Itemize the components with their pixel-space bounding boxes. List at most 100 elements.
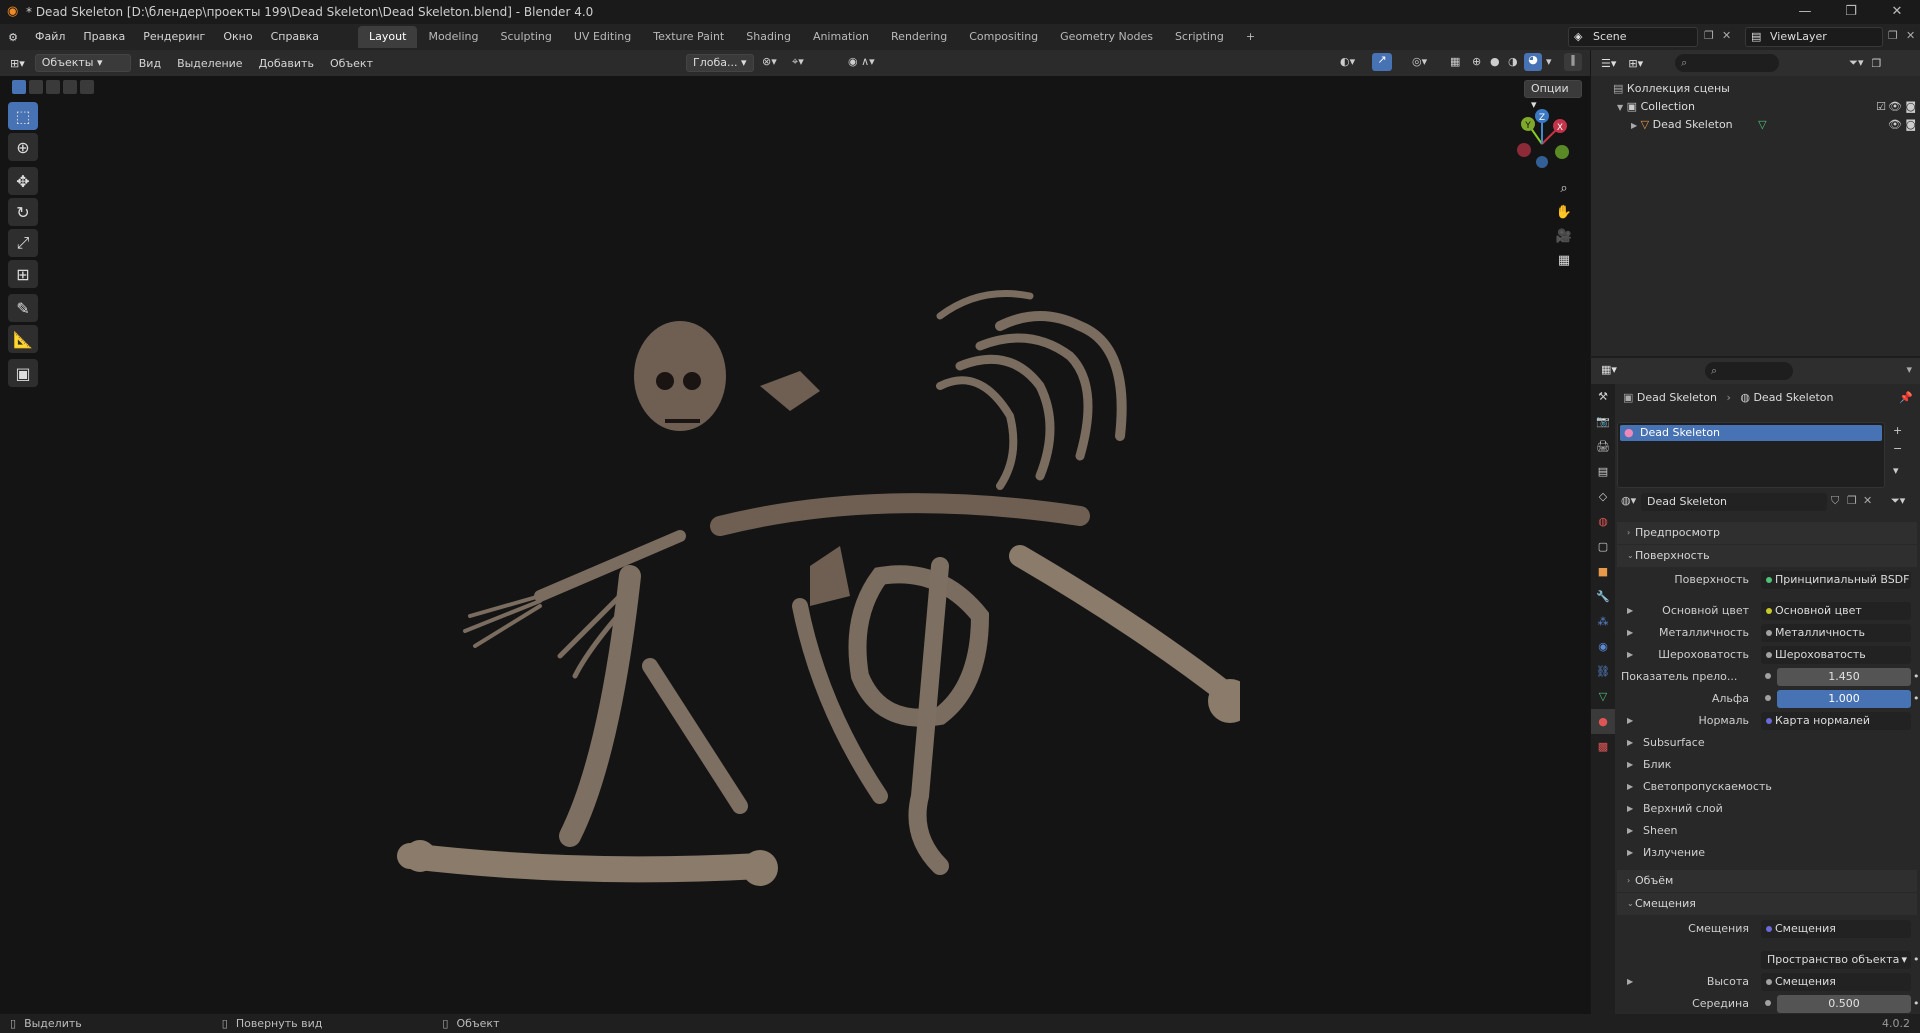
view-layer-tab-icon[interactable]: ▤ xyxy=(1591,459,1615,484)
gizmo-toggle-icon[interactable]: ↗ xyxy=(1372,53,1392,71)
dead-skeleton-model[interactable] xyxy=(380,236,1240,896)
height-field[interactable]: Смещения xyxy=(1761,973,1911,991)
unlink-material-icon[interactable]: ✕ xyxy=(1863,494,1872,507)
scene-tab-icon[interactable]: ◇ xyxy=(1591,484,1615,509)
mesh-data-icon[interactable]: ▽ xyxy=(1758,118,1766,131)
options-dropdown[interactable]: Опции ▾ xyxy=(1524,80,1582,111)
remove-slot-icon[interactable]: − xyxy=(1893,440,1902,458)
add-slot-icon[interactable]: + xyxy=(1893,422,1902,440)
blender-menu-icon[interactable]: ⚙ xyxy=(0,31,26,44)
transmission-panel[interactable]: ▶ Светопропускаемость xyxy=(1617,776,1917,798)
tab-modeling[interactable]: Modeling xyxy=(417,26,489,48)
expand-arrow-icon[interactable]: ▶ xyxy=(1627,645,1633,665)
outliner-row-dead-skeleton[interactable]: ▶ ▽ Dead Skeleton ▽ 👁 ◙ xyxy=(1591,116,1920,134)
volume-section[interactable]: › Объём xyxy=(1617,870,1917,892)
tool-tab-icon[interactable]: ⚒ xyxy=(1591,384,1615,409)
roughness-field[interactable]: Шероховатость xyxy=(1761,646,1911,664)
physics-tab-icon[interactable]: ◉ xyxy=(1591,634,1615,659)
render-tab-icon[interactable]: 📷 xyxy=(1591,409,1615,434)
new-viewlayer-icon[interactable]: ❐ xyxy=(1888,29,1898,42)
coat-panel[interactable]: ▶ Верхний слой xyxy=(1617,798,1917,820)
navigation-gizmo[interactable]: X Y Z xyxy=(1510,106,1574,170)
mode-dropdown[interactable]: Объекты ▾ xyxy=(34,54,131,72)
menu-add[interactable]: Добавить xyxy=(251,57,322,70)
select-mode-intersect-icon[interactable] xyxy=(80,80,94,94)
tab-sculpting[interactable]: Sculpting xyxy=(490,26,563,48)
select-mode-extend-icon[interactable] xyxy=(29,80,43,94)
select-box-tool-icon[interactable]: ⬚ xyxy=(8,102,38,130)
overlay-icon[interactable]: ◎▾ xyxy=(1412,55,1427,68)
viewlayer-selector[interactable]: ▤ ViewLayer xyxy=(1745,27,1883,47)
object-tab-icon[interactable]: ■ xyxy=(1591,559,1615,584)
menu-object[interactable]: Объект xyxy=(322,57,381,70)
expand-arrow-icon[interactable]: ▼ xyxy=(1617,103,1623,112)
preview-section[interactable]: › Предпросмотр xyxy=(1617,522,1917,544)
outliner-row-scene-collection[interactable]: ▤ Коллекция сцены xyxy=(1591,80,1920,98)
menu-file[interactable]: Файл xyxy=(26,24,74,50)
annotate-tool-icon[interactable]: ✎ xyxy=(8,294,38,322)
transform-orientation-dropdown[interactable]: Глоба... ▾ xyxy=(686,54,754,72)
exclude-checkbox-icon[interactable]: ☑ xyxy=(1876,98,1886,116)
emission-panel[interactable]: ▶ Излучение xyxy=(1617,842,1917,864)
fake-user-icon[interactable]: ⛉ xyxy=(1831,494,1839,508)
rotate-tool-icon[interactable]: ↻ xyxy=(8,198,38,226)
sheen-panel[interactable]: ▶ Sheen xyxy=(1617,820,1917,842)
new-scene-icon[interactable]: ❐ xyxy=(1704,29,1714,42)
tab-compositing[interactable]: Compositing xyxy=(958,26,1049,48)
ior-field[interactable]: 1.450 xyxy=(1777,668,1911,686)
grid-perspective-icon[interactable]: ▦ xyxy=(1552,248,1576,272)
browse-material-icon[interactable]: ◍▾ xyxy=(1621,494,1636,507)
delete-scene-icon[interactable]: ✕ xyxy=(1722,29,1731,42)
transform-tool-icon[interactable]: ⊞ xyxy=(8,260,38,288)
midlevel-field[interactable]: 0.500 xyxy=(1777,995,1911,1013)
menu-select[interactable]: Выделение xyxy=(169,57,251,70)
material-tab-icon[interactable]: ● xyxy=(1591,709,1615,734)
keyframe-dot-icon[interactable]: • xyxy=(1913,950,1920,970)
viewport-3d[interactable]: Опции ▾ X Y Z ⌕ ✋ 🎥 ▦ xyxy=(0,76,1590,1014)
texture-tab-icon[interactable]: ▩ xyxy=(1591,734,1615,759)
tab-rendering[interactable]: Rendering xyxy=(880,26,958,48)
add-cube-tool-icon[interactable]: ▣ xyxy=(8,359,38,387)
visibility-eye-icon[interactable]: 👁 xyxy=(1888,116,1902,134)
shading-wireframe-icon[interactable]: ⊕ xyxy=(1472,55,1481,68)
surface-section[interactable]: ⌄ Поверхность xyxy=(1617,545,1917,567)
base-color-field[interactable]: Основной цвет xyxy=(1761,602,1911,620)
output-tab-icon[interactable]: 🖨 xyxy=(1591,434,1615,459)
modifiers-tab-icon[interactable]: 🔧 xyxy=(1591,584,1615,609)
shading-material-icon[interactable]: ◑ xyxy=(1508,55,1518,68)
shading-solid-icon[interactable]: ● xyxy=(1490,55,1500,68)
keyframe-dot-icon[interactable]: • xyxy=(1913,667,1920,687)
pause-render-icon[interactable]: ‖ xyxy=(1564,53,1582,71)
render-camera-icon[interactable]: ◙ xyxy=(1905,116,1916,134)
select-mode-subtract-icon[interactable] xyxy=(46,80,60,94)
displacement-field[interactable]: Смещения xyxy=(1761,920,1911,938)
scale-tool-icon[interactable]: ⤢ xyxy=(8,229,38,257)
render-camera-icon[interactable]: ◙ xyxy=(1905,98,1916,116)
slot-menu-icon[interactable]: ▾ xyxy=(1893,462,1902,480)
select-mode-invert-icon[interactable] xyxy=(63,80,77,94)
expand-arrow-icon[interactable]: ▶ xyxy=(1627,711,1633,731)
add-workspace-icon[interactable]: + xyxy=(1235,26,1266,48)
menu-edit[interactable]: Правка xyxy=(74,24,134,50)
collection-tab-icon[interactable]: ▢ xyxy=(1591,534,1615,559)
visibility-eye-icon[interactable]: 👁 xyxy=(1888,98,1902,116)
tab-scripting[interactable]: Scripting xyxy=(1164,26,1235,48)
tab-shading[interactable]: Shading xyxy=(735,26,802,48)
menu-help[interactable]: Справка xyxy=(262,24,328,50)
filter-icon[interactable]: ⏷▾ xyxy=(1849,56,1863,70)
properties-editor-icon[interactable]: ▦▾ xyxy=(1601,363,1617,376)
pan-hand-icon[interactable]: ✋ xyxy=(1552,200,1576,224)
menu-render[interactable]: Рендеринг xyxy=(134,24,214,50)
expand-arrow-icon[interactable]: ▶ xyxy=(1627,601,1633,621)
menu-view[interactable]: Вид xyxy=(131,57,169,70)
visibility-icon[interactable]: ◐▾ xyxy=(1340,55,1355,68)
close-icon[interactable]: ✕ xyxy=(1874,0,1920,24)
menu-window[interactable]: Окно xyxy=(214,24,261,50)
socket-icon[interactable] xyxy=(1765,1000,1771,1006)
measure-tool-icon[interactable]: 📐 xyxy=(8,325,38,353)
expand-arrow-icon[interactable]: ▶ xyxy=(1627,623,1633,643)
expand-arrow-icon[interactable]: ▶ xyxy=(1627,972,1633,992)
expand-arrow-icon[interactable]: ▶ xyxy=(1631,121,1637,130)
tab-uv-editing[interactable]: UV Editing xyxy=(563,26,642,48)
material-slot-list[interactable]: ● Dead Skeleton xyxy=(1617,422,1885,488)
